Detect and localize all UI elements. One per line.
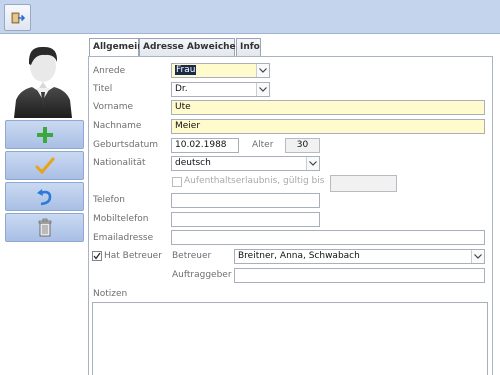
tab-adresse-abweichend[interactable]: Adresse Abweichend [139,38,249,56]
mobiltelefon-field[interactable] [171,212,320,227]
tab-info[interactable]: Info [236,38,261,56]
chevron-down-icon [259,68,267,73]
nachname-field[interactable]: Meier [171,119,485,134]
hat-betreuer-label: Hat Betreuer [104,251,162,261]
undo-button[interactable] [5,182,84,211]
chevron-down-icon [474,254,482,259]
anrede-combo[interactable]: Frau [171,63,270,78]
geburtsdatum-field[interactable]: 10.02.1988 [171,138,239,153]
betreuer-value: Breitner, Anna, Schwabach [238,251,360,261]
add-button[interactable] [5,120,84,149]
telefon-label: Telefon [93,195,125,205]
nationalitaet-dropdown-arrow[interactable] [306,157,319,170]
anrede-dropdown-arrow[interactable] [256,64,269,77]
undo-arrow-icon [36,188,51,205]
nationalitaet-combo[interactable]: deutsch [171,156,320,171]
save-button[interactable] [5,151,84,180]
auftraggeber-field[interactable] [234,268,485,283]
telefon-field[interactable] [171,193,320,208]
betreuer-label: Betreuer [172,251,212,261]
checkmark-icon [35,157,54,174]
nationalitaet-value: deutsch [175,158,211,168]
notizen-textarea[interactable] [92,302,488,375]
top-toolbar [0,0,500,34]
titel-combo[interactable]: Dr. [171,82,270,97]
titel-dropdown-arrow[interactable] [256,83,269,96]
exit-button[interactable] [4,4,31,31]
exit-door-icon [11,12,25,23]
betreuer-combo[interactable]: Breitner, Anna, Schwabach [234,249,485,264]
auftraggeber-label: Auftraggeber [172,270,232,280]
anrede-label: Anrede [93,66,126,76]
aufenthalt-label: Aufenthaltserlaubnis, gültig bis [184,176,325,186]
hat-betreuer-checkbox[interactable] [92,251,102,261]
aufenthalt-checkbox[interactable] [172,177,182,187]
anrede-value: Frau [175,65,197,75]
email-label: Emailadresse [93,233,154,243]
checkmark-icon [93,252,101,260]
betreuer-dropdown-arrow[interactable] [471,250,484,263]
vorname-field[interactable]: Ute [171,100,485,115]
geburtsdatum-label: Geburtsdatum [93,140,159,150]
tab-allgemein[interactable]: Allgemein [89,38,144,57]
alter-field: 30 [285,138,320,153]
trash-can-icon [38,218,51,236]
aufenthalt-date-field [330,175,397,192]
notizen-label: Notizen [93,289,128,299]
vorname-label: Vorname [93,102,134,112]
mobiltelefon-label: Mobiltelefon [93,214,149,224]
chevron-down-icon [259,87,267,92]
person-avatar-icon [14,46,72,118]
plus-icon [36,126,53,143]
alter-label: Alter [252,140,274,150]
nachname-label: Nachname [93,121,142,131]
titel-value: Dr. [175,84,188,94]
chevron-down-icon [309,161,317,166]
nationalitaet-label: Nationalität [93,158,146,168]
titel-label: Titel [93,84,113,94]
email-field[interactable] [171,230,485,245]
left-panel [0,35,88,375]
delete-button[interactable] [5,213,84,242]
